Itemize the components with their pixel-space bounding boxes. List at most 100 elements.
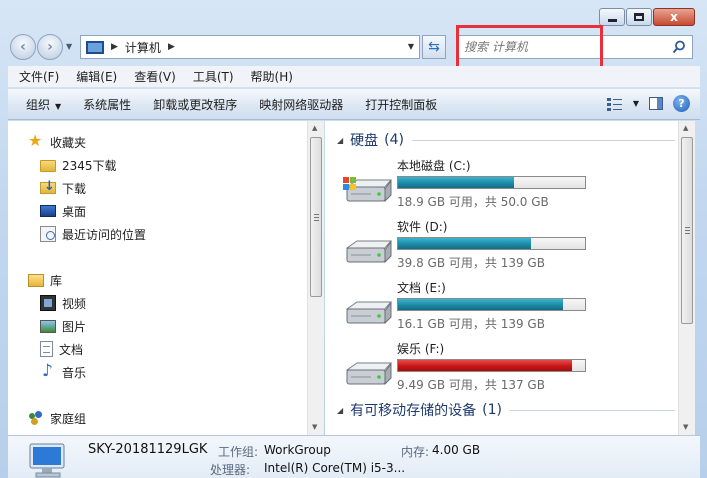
nav-homegroup[interactable]: 家庭组 [28,409,86,427]
view-dropdown-icon[interactable]: ▼ [633,99,639,108]
nav-item-downloads[interactable]: 下载 [40,179,86,197]
homegroup-icon [28,410,44,426]
close-icon: x [670,10,678,24]
preview-pane-icon[interactable] [649,97,663,110]
content-scrollbar[interactable]: ▲ ▼ [678,121,695,435]
workgroup-value: WorkGroup [264,443,331,457]
nav-item-music[interactable]: 音乐 [40,361,86,381]
scrollbar-thumb[interactable] [310,137,322,297]
menu-view[interactable]: 查看(V) [123,68,182,85]
back-arrow-icon: ‹ [20,39,26,55]
forward-button[interactable]: › [37,34,63,60]
address-bar[interactable]: ▶ 计算机 ▶ ▼ [80,35,420,59]
content-pane: ◢ 硬盘 (4) 本地磁盘 (C:) 18.9 GB 可用，共 50.0 GB 软件… [325,121,678,435]
recent-places-icon [40,226,56,242]
scrollbar-grip [314,217,319,218]
drive-free-space: 39.8 GB 可用，共 139 GB [397,256,545,270]
open-control-panel-button[interactable]: 打开控制面板 [354,96,448,113]
collapse-icon[interactable]: ◢ [337,136,343,145]
nav-item-pictures[interactable]: 图片 [40,317,86,335]
drive-usage-fill [398,177,514,188]
navigation-scrollbar[interactable]: ▲ ▼ [307,121,324,435]
breadcrumb-chevron-icon[interactable]: ▶ [168,42,175,52]
scrollbar-grip [685,233,690,234]
menu-tools[interactable]: 工具(T) [182,68,240,85]
video-icon [40,295,56,311]
address-dropdown-icon[interactable]: ▼ [408,42,414,51]
help-button[interactable]: ? [673,95,690,112]
scrollbar-grip [685,227,690,228]
drive-usage-bar [397,298,586,311]
details-pane: SKY-20181129LGK 工作组: WorkGroup 内存: 4.00 … [8,435,700,478]
menu-help[interactable]: 帮助(H) [240,68,299,85]
nav-label: 下载 [62,181,87,196]
nav-item-videos[interactable]: 视频 [40,294,86,312]
scroll-up-icon[interactable]: ▲ [312,124,317,132]
nav-item-2345-downloads[interactable]: 2345下载 [40,156,117,174]
drive-item[interactable]: 文档 (E:) 16.1 GB 可用，共 139 GB [343,279,588,335]
scrollbar-grip [685,230,690,231]
view-controls: ▼ ? [606,95,690,112]
memory-label: 内存: [401,445,430,459]
nav-label: 库 [50,273,63,288]
menu-file[interactable]: 文件(F) [8,68,65,85]
recent-pages-dropdown[interactable]: ▼ [66,42,72,51]
breadcrumb-chevron-icon[interactable]: ▶ [111,42,118,52]
drive-usage-bar [397,176,586,189]
caption-buttons: x [599,8,695,26]
group-divider [412,139,675,141]
maximize-button[interactable] [626,8,652,26]
drive-usage-bar [397,237,586,250]
scroll-down-icon[interactable]: ▼ [683,423,688,431]
refresh-button[interactable]: ⇆ [422,35,446,59]
system-properties-button[interactable]: 系统属性 [72,96,142,113]
nav-label: 视频 [62,296,87,311]
maximize-icon [634,13,644,21]
computer-icon [29,443,65,478]
drive-item[interactable]: 软件 (D:) 39.8 GB 可用，共 139 GB [343,218,588,274]
nav-label: 收藏夹 [50,135,87,150]
change-view-icon[interactable] [606,97,623,111]
nav-item-recent-places[interactable]: 最近访问的位置 [40,225,146,243]
scrollbar-thumb[interactable] [681,137,693,324]
search-icon[interactable] [672,40,686,54]
search-box[interactable] [457,35,693,59]
uninstall-program-button[interactable]: 卸载或更改程序 [142,96,248,113]
workgroup-label: 工作组: [218,445,259,459]
organize-button[interactable]: 组织 ▼ [8,96,72,113]
nav-item-documents[interactable]: 文档 [40,340,83,358]
dropdown-arrow-icon: ▼ [55,101,62,111]
search-input[interactable] [464,40,654,54]
forward-arrow-icon: › [47,39,53,55]
hard-drive-icon [345,301,393,325]
star-icon [28,133,44,150]
nav-label: 文档 [59,342,84,357]
group-removable-storage[interactable]: ◢ 有可移动存储的设备 (1) [337,400,675,420]
nav-label: 桌面 [62,204,87,219]
refresh-icon: ⇆ [428,39,440,55]
back-button[interactable]: ‹ [10,34,36,60]
map-network-drive-button[interactable]: 映射网络驱动器 [248,96,354,113]
hard-drive-icon [343,177,393,203]
menu-edit[interactable]: 编辑(E) [65,68,123,85]
group-count: (4) [384,132,404,148]
breadcrumb-computer[interactable]: 计算机 [125,39,161,56]
close-button[interactable]: x [653,8,695,26]
pictures-icon [40,319,56,333]
nav-libraries[interactable]: 库 [28,271,62,289]
nav-favorites[interactable]: 收藏夹 [28,133,86,151]
collapse-icon[interactable]: ◢ [337,406,343,415]
scroll-up-icon[interactable]: ▲ [683,124,688,132]
group-title: 硬盘 [350,133,379,149]
nav-item-desktop[interactable]: 桌面 [40,202,86,220]
scroll-down-icon[interactable]: ▼ [312,423,317,431]
memory-value: 4.00 GB [432,443,481,457]
processor-value: Intel(R) Core(TM) i5-3... [264,461,406,475]
group-hard-disks[interactable]: ◢ 硬盘 (4) [337,130,675,150]
drive-item[interactable]: 娱乐 (F:) 9.49 GB 可用，共 137 GB [343,340,588,396]
drive-item[interactable]: 本地磁盘 (C:) 18.9 GB 可用，共 50.0 GB [343,157,588,213]
nav-label: 最近访问的位置 [62,227,147,242]
navigation-pane: 收藏夹 2345下载 下载 桌面 最近访问的位置 库 视频 图片 [8,121,307,435]
minimize-button[interactable] [599,8,625,26]
group-count: (1) [482,402,502,418]
